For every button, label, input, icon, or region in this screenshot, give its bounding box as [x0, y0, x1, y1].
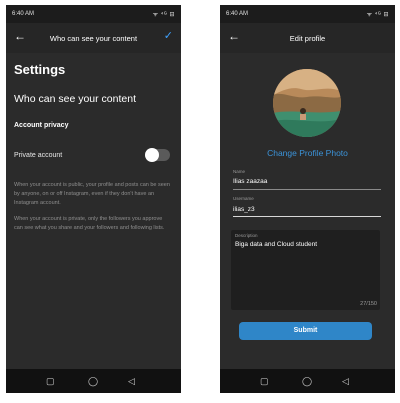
username-field-label: Username: [233, 196, 254, 201]
settings-heading: Settings: [14, 62, 66, 77]
username-field-underline: [233, 216, 381, 217]
status-time: 6:40 AM: [12, 11, 35, 17]
name-field[interactable]: Ilias zaazaa: [233, 178, 267, 185]
home-circle-icon[interactable]: ◯: [88, 374, 98, 388]
recent-apps-square-icon[interactable]: ▢: [260, 374, 269, 388]
public-account-description: When your account is public, your profil…: [14, 182, 170, 206]
bio-character-counter: 27/150: [360, 301, 377, 307]
confirm-check-icon[interactable]: ✓: [164, 31, 173, 42]
profile-photo-image: [273, 69, 341, 137]
bio-textarea[interactable]: Description Biga data and Cloud student …: [231, 230, 380, 310]
private-account-description: When your account is private, only the f…: [14, 216, 165, 231]
top-app-bar: ← Who can see your content ✓: [6, 23, 181, 53]
private-account-toggle[interactable]: [145, 148, 170, 162]
screen-title: Edit profile: [289, 34, 326, 43]
account-privacy-heading: Account privacy: [14, 122, 69, 129]
back-triangle-icon[interactable]: ◁: [128, 374, 135, 388]
status-icons: ᯤ ⁴ᴳ ⊟: [366, 12, 389, 18]
status-bar: 6:40 AM ᯤ ⁴ᴳ ⊟: [220, 5, 395, 23]
status-bar: 6:40 AM ᯤ ⁴ᴳ ⊟: [6, 5, 181, 23]
status-time: 6:40 AM: [226, 11, 249, 17]
edit-profile-screen: 6:40 AM ᯤ ⁴ᴳ ⊟ ← Edit profile Change Pro…: [220, 5, 395, 393]
toggle-knob: [145, 148, 159, 162]
status-icons: ᯤ ⁴ᴳ ⊟: [152, 12, 175, 18]
private-account-label: Private account: [14, 152, 63, 159]
recent-apps-square-icon[interactable]: ▢: [46, 374, 55, 388]
bio-field-label: Description: [235, 233, 258, 238]
bio-text: Biga data and Cloud student: [235, 241, 318, 248]
top-app-bar: ← Edit profile: [220, 23, 395, 53]
home-circle-icon[interactable]: ◯: [302, 374, 312, 388]
name-field-label: Name: [233, 169, 246, 174]
submit-button[interactable]: Submit: [239, 322, 372, 340]
name-field-underline: [233, 189, 381, 190]
username-field[interactable]: ilias_z3: [233, 206, 255, 213]
back-triangle-icon[interactable]: ◁: [342, 374, 349, 388]
profile-photo[interactable]: [273, 69, 341, 137]
change-profile-photo-link[interactable]: Change Profile Photo: [220, 148, 395, 158]
system-nav-bar: ▢ ◯ ◁: [220, 369, 395, 393]
system-nav-bar: ▢ ◯ ◁: [6, 369, 181, 393]
privacy-settings-screen: 6:40 AM ᯤ ⁴ᴳ ⊟ ← Who can see your conten…: [6, 5, 181, 393]
section-heading: Who can see your content: [14, 93, 136, 105]
screen-title: Who can see your content: [49, 34, 138, 43]
